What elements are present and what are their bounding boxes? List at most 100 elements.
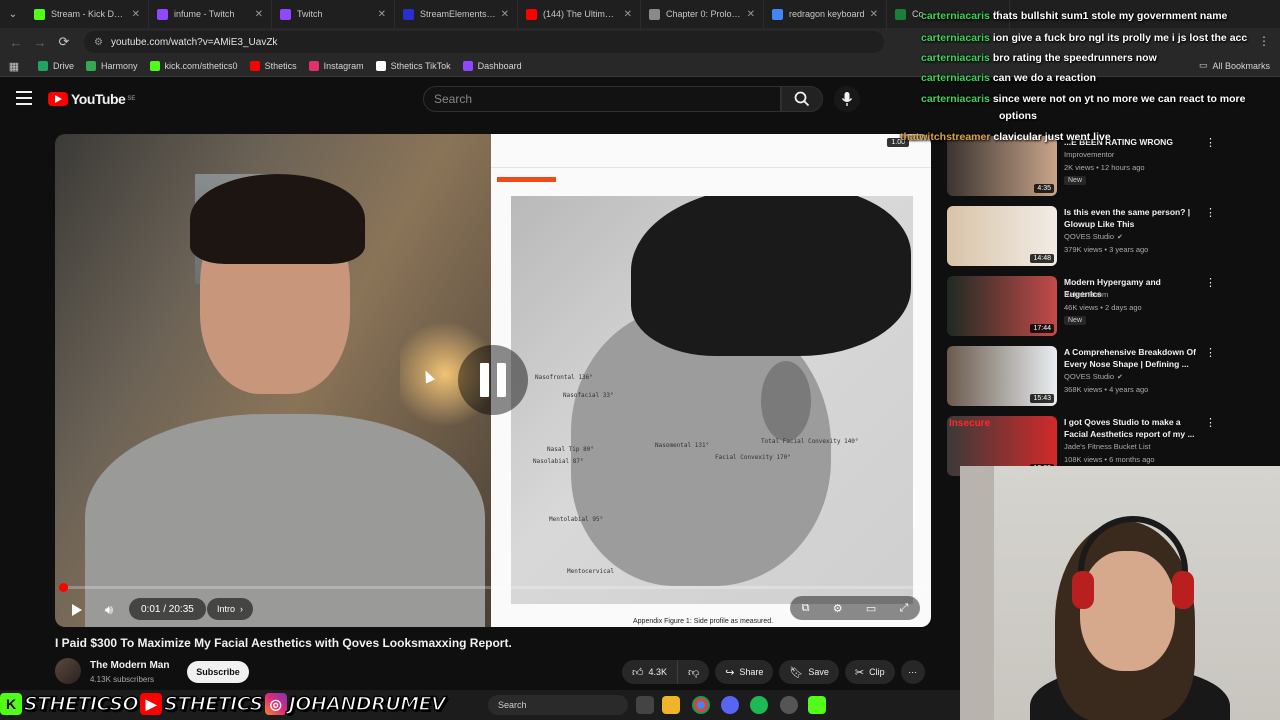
tab-close-icon[interactable]: ✕ — [255, 9, 263, 20]
video-thumbnail[interactable]: 14:48 — [947, 206, 1057, 266]
tab-search-icon[interactable]: ⌄ — [0, 0, 26, 28]
bookmark-item[interactable]: Sthetics TikTok — [375, 61, 451, 71]
back-icon[interactable]: ← — [4, 35, 28, 50]
spotify-icon[interactable] — [750, 696, 768, 714]
video-player[interactable]: 1.00 Nasofrontal 136° Nasofacial 33° Nas… — [55, 134, 931, 627]
fullscreen-icon[interactable]: ⤢ — [900, 602, 909, 615]
tab-close-icon[interactable]: ✕ — [870, 9, 878, 20]
more-options-icon[interactable]: ⋮ — [1205, 206, 1216, 219]
tab-label: (144) The Ultimate G — [543, 9, 619, 19]
recommended-video[interactable]: 14:48 Is this even the same person? | Glo… — [947, 206, 1237, 266]
bookmark-item[interactable]: Harmony — [86, 61, 138, 71]
browser-tab[interactable]: StreamElements - Bot ✕ — [395, 0, 518, 28]
measure-label: Nasomental 131° — [655, 442, 710, 449]
url-text: youtube.com/watch?v=AMiE3_UavZk — [110, 36, 278, 48]
clip-label: Clip — [869, 667, 885, 677]
all-bookmarks-button[interactable]: ▭ All Bookmarks — [1199, 60, 1270, 71]
new-badge: New — [1064, 316, 1087, 325]
theater-mode-icon[interactable]: ▭ — [866, 602, 876, 615]
file-explorer-icon[interactable] — [662, 696, 680, 714]
kick-app-icon[interactable] — [808, 696, 826, 714]
recommended-video[interactable]: 4:35 ...E BEEN RATING WRONG Improvementor 2… — [947, 136, 1237, 196]
more-actions-icon[interactable]: ⋯ — [900, 660, 925, 684]
recommended-channel[interactable]: Rehab Room — [1064, 290, 1108, 299]
voice-search-button[interactable] — [834, 86, 860, 112]
settings-app-icon[interactable] — [780, 696, 798, 714]
search-button[interactable] — [781, 86, 823, 112]
browser-tab[interactable]: Twitch ✕ — [272, 0, 395, 28]
chrome-icon[interactable] — [692, 696, 710, 714]
tab-label: Stream - Kick Dashboard — [51, 9, 127, 19]
time-text: 0:01 / 20:35 — [141, 603, 194, 615]
bookmark-favicon-icon — [308, 61, 319, 71]
more-options-icon[interactable]: ⋮ — [1205, 136, 1216, 149]
browser-tab[interactable]: (144) The Ultimate G ✕ — [518, 0, 641, 28]
clip-button[interactable]: ✂ Clip — [844, 660, 895, 684]
taskbar-search[interactable]: Search — [488, 695, 628, 715]
share-button[interactable]: ↪ Share — [715, 660, 774, 684]
screen: ⌄ Stream - Kick Dashboard✕infume - Twitc… — [0, 0, 1280, 720]
bookmark-item[interactable]: Sthetics — [249, 61, 297, 71]
search-placeholder: Search — [434, 92, 473, 106]
pause-icon[interactable] — [458, 345, 528, 415]
browser-menu-icon[interactable]: ⋮ — [1258, 34, 1270, 48]
channel-avatar[interactable] — [55, 658, 81, 684]
progress-bar[interactable] — [63, 586, 923, 589]
menu-icon[interactable] — [16, 91, 32, 105]
tab-close-icon[interactable]: ✕ — [132, 9, 140, 20]
chapter-button[interactable]: Intro › — [207, 598, 254, 620]
recommended-channel[interactable]: QOVES Studio ✔ — [1064, 372, 1123, 381]
tab-close-icon[interactable]: ✕ — [747, 9, 755, 20]
more-options-icon[interactable]: ⋮ — [1205, 416, 1216, 429]
search-input[interactable]: Search — [423, 86, 781, 112]
video-thumbnail[interactable]: 15:43 — [947, 346, 1057, 406]
chat-text: bro rating the speedrunners now — [992, 52, 1157, 64]
recommended-title[interactable]: A Comprehensive Breakdown Of Every Nose … — [1064, 346, 1199, 370]
scrubber-handle[interactable] — [59, 583, 68, 592]
subscribe-button[interactable]: Subscribe — [187, 661, 249, 683]
discord-icon[interactable] — [721, 696, 739, 714]
video-thumbnail[interactable]: 17:44 — [947, 276, 1057, 336]
youtube-wordmark: YouTube — [71, 91, 126, 107]
save-button[interactable]: 🔖︎ Save — [779, 660, 839, 684]
recommended-channel[interactable]: Improvementor — [1064, 150, 1114, 159]
like-button[interactable]: 👍︎ 4.3K — [622, 660, 679, 684]
recommended-video[interactable]: 17:44 Modern Hypergamy and Eugenics Rehab … — [947, 276, 1237, 336]
more-options-icon[interactable]: ⋮ — [1205, 346, 1216, 359]
recommended-title[interactable]: Is this even the same person? | Glowup L… — [1064, 206, 1199, 230]
channel-name[interactable]: The Modern Man — [90, 660, 169, 671]
youtube-logo[interactable]: YouTube SE — [48, 91, 135, 107]
forward-icon[interactable]: → — [28, 35, 52, 50]
task-view-icon[interactable] — [636, 696, 654, 714]
bookmark-item[interactable]: kick.com/sthetics0 — [149, 61, 238, 71]
tab-close-icon[interactable]: ✕ — [624, 9, 632, 20]
browser-tab[interactable]: Chapter 0: Prologue ✕ — [641, 0, 764, 28]
site-info-icon[interactable]: ⚙ — [94, 37, 103, 48]
reload-icon[interactable]: ⟳ — [52, 34, 76, 50]
kick-handle-group: K STHETICSO — [0, 692, 139, 716]
settings-icon[interactable]: ⚙ — [833, 602, 843, 615]
dislike-button[interactable]: 👎︎ — [678, 660, 710, 684]
recommended-video[interactable]: 15:43 A Comprehensive Breakdown Of Every … — [947, 346, 1237, 406]
apps-grid-icon[interactable]: ▦ — [2, 60, 26, 73]
tab-close-icon[interactable]: ✕ — [378, 9, 386, 20]
volume-icon[interactable]: 🔊︎ — [99, 600, 119, 620]
time-display: 0:01 / 20:35 — [129, 598, 206, 620]
play-button[interactable] — [67, 600, 87, 620]
captions-icon[interactable]: ⧉ — [802, 602, 810, 615]
bookmark-item[interactable]: Instagram — [308, 61, 364, 71]
browser-tab[interactable]: redragon keyboard ✕ — [764, 0, 887, 28]
video-thumbnail[interactable]: 4:35 — [947, 136, 1057, 196]
bookmark-item[interactable]: Dashboard — [462, 61, 522, 71]
bookmark-favicon-icon — [375, 61, 386, 71]
video-duration: 17:44 — [1030, 324, 1054, 333]
recommended-channel[interactable]: QOVES Studio ✔ — [1064, 232, 1123, 241]
recommended-channel[interactable]: Jade's Fitness Bucket List — [1064, 442, 1150, 451]
more-options-icon[interactable]: ⋮ — [1205, 276, 1216, 289]
bookmark-item[interactable]: Drive — [38, 61, 74, 71]
tab-close-icon[interactable]: ✕ — [501, 9, 509, 20]
address-bar[interactable]: ⚙ youtube.com/watch?v=AMiE3_UavZk — [84, 31, 884, 53]
recommended-title[interactable]: I got Qoves Studio to make a Facial Aest… — [1064, 416, 1199, 440]
browser-tab[interactable]: infume - Twitch ✕ — [149, 0, 272, 28]
browser-tab[interactable]: Stream - Kick Dashboard ✕ — [26, 0, 149, 28]
